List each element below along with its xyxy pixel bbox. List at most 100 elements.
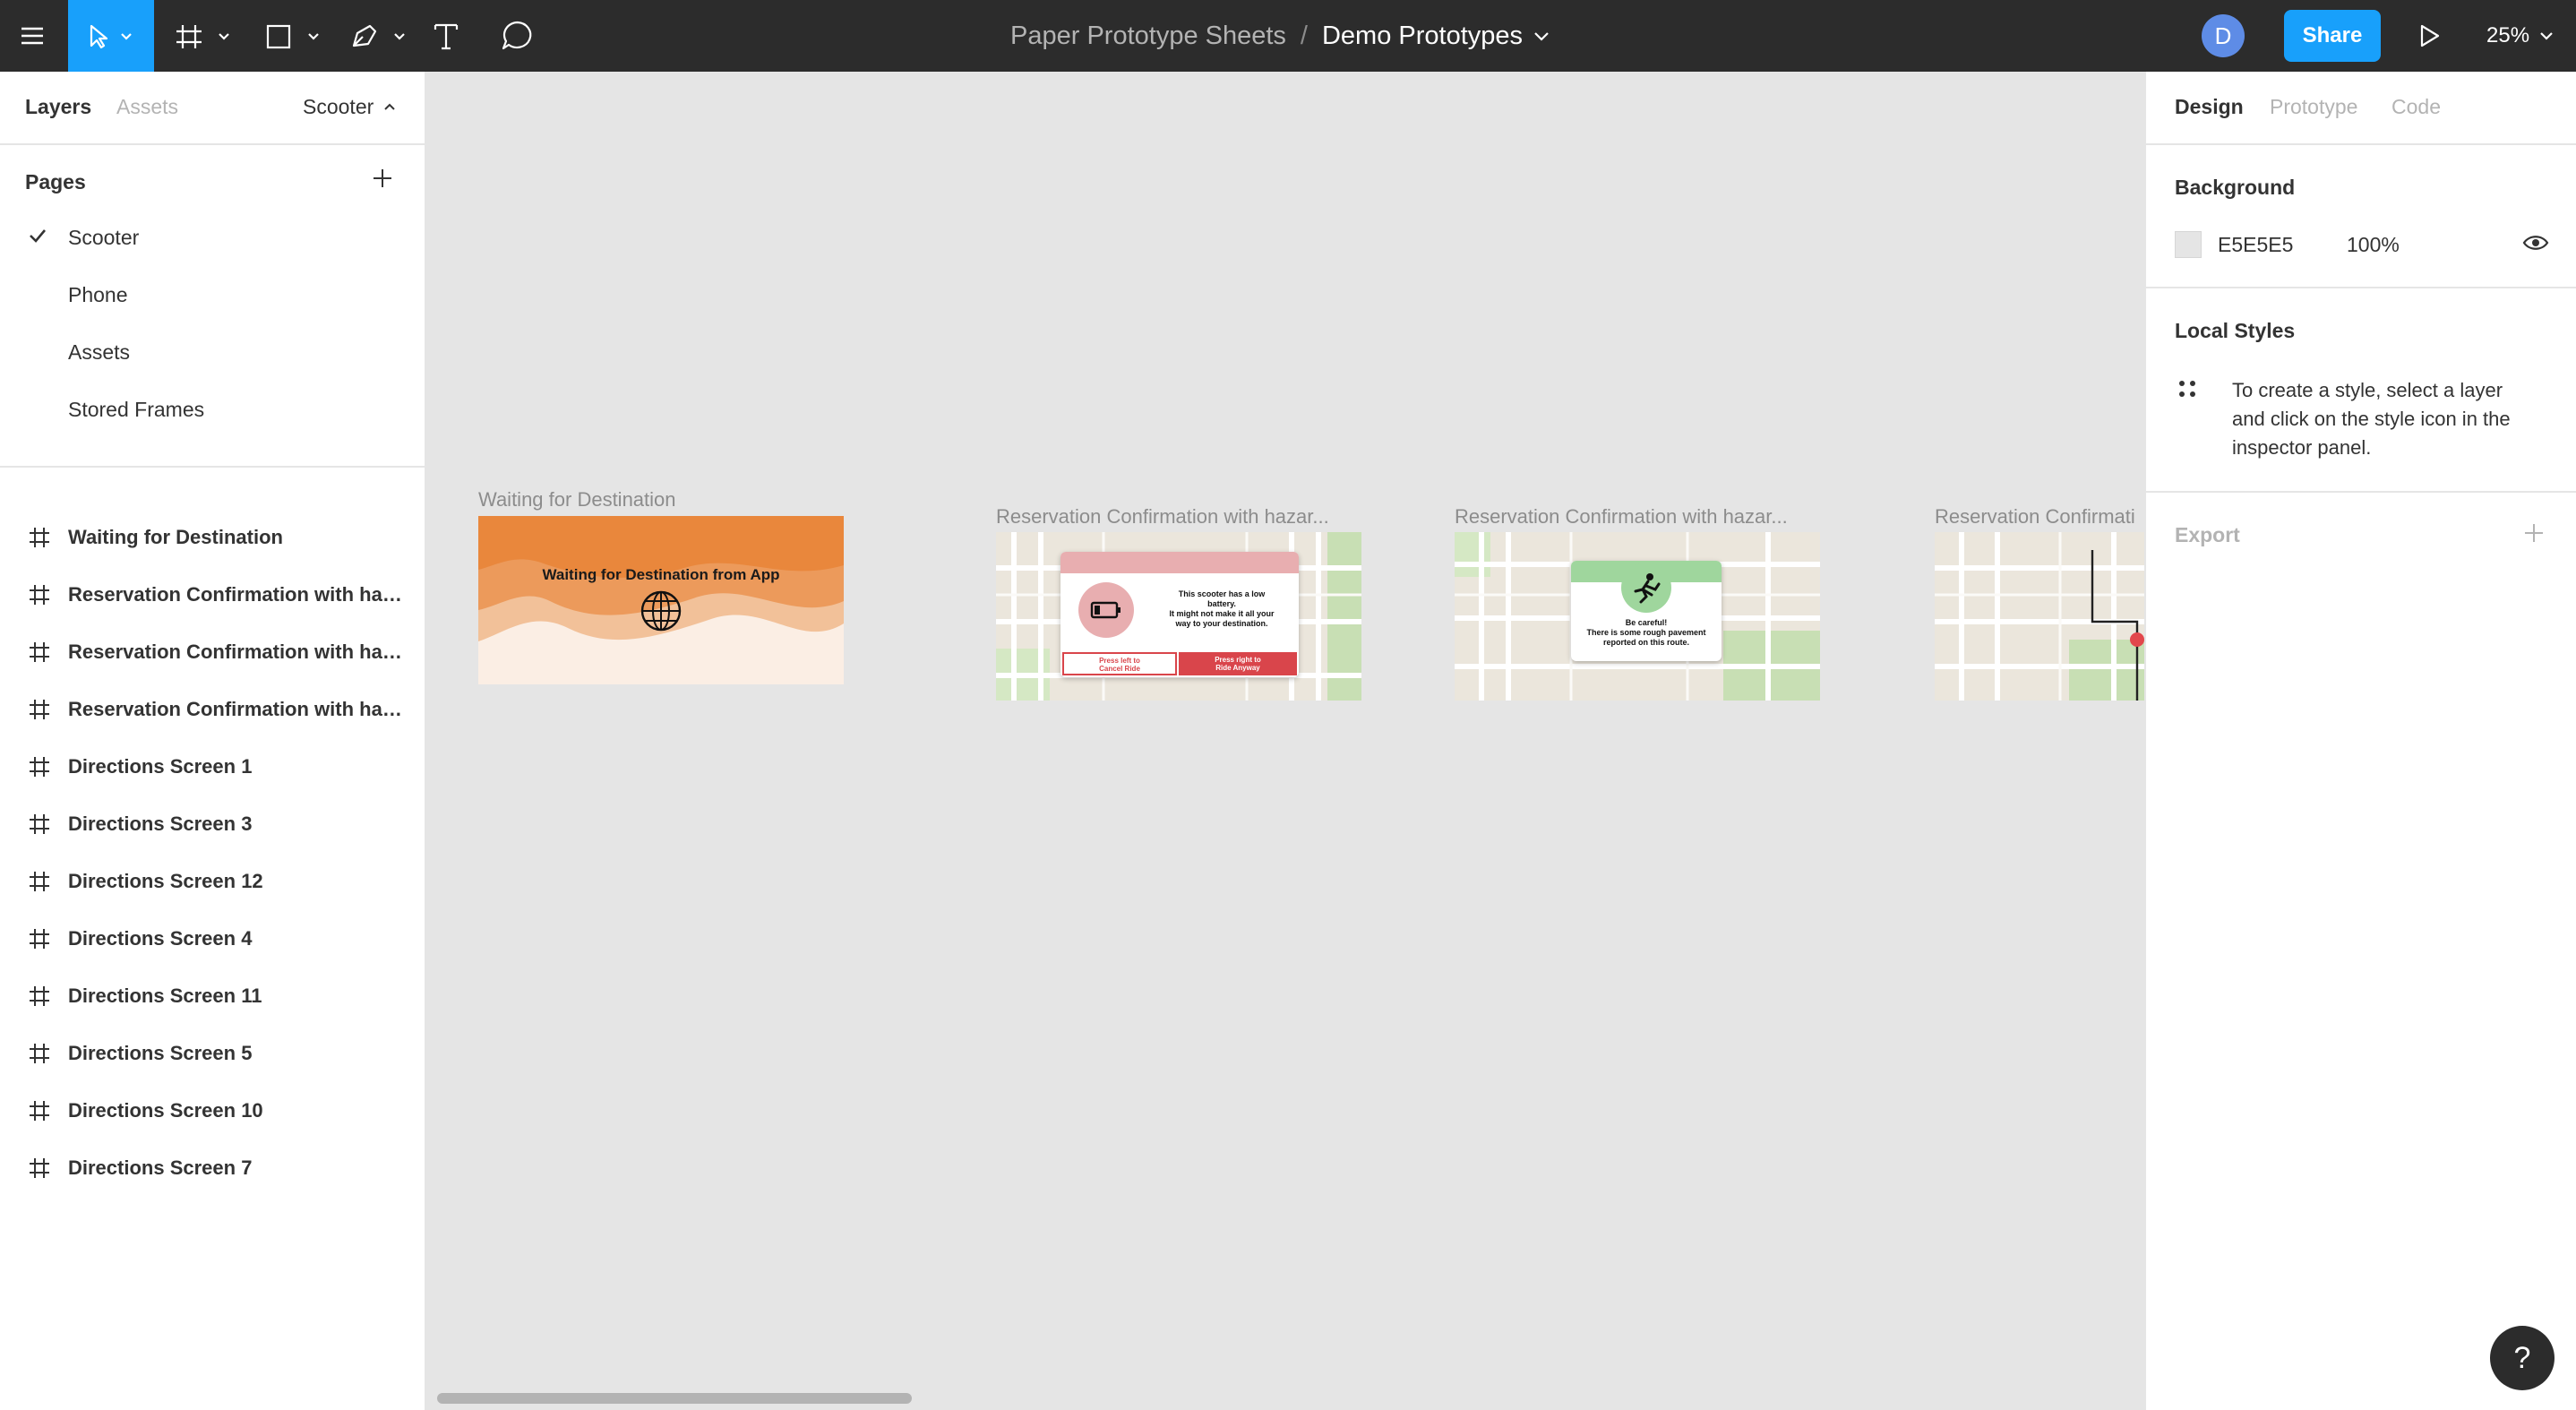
zoom-level: 25% bbox=[2486, 23, 2530, 47]
text-icon bbox=[434, 23, 459, 50]
cancel-ride-button[interactable]: Press left to Cancel Ride bbox=[1062, 652, 1177, 675]
battery-badge bbox=[1078, 582, 1134, 638]
frame-label[interactable]: Reservation Confirmation with hazar... bbox=[996, 505, 1372, 529]
frame-hash-icon bbox=[30, 814, 49, 834]
frame-reservation-confirmation-pavement[interactable]: Be careful! There is some rough pavement… bbox=[1455, 532, 1820, 701]
layer-label: Waiting for Destination bbox=[68, 526, 283, 548]
properties-panel: Design Prototype Code Background E5E5E5 … bbox=[2144, 72, 2576, 1410]
frame-hash-icon bbox=[30, 757, 49, 777]
layer-row[interactable]: Reservation Confirmation with hazard bbox=[0, 681, 425, 738]
divider bbox=[2146, 491, 2576, 493]
hint-line: inspector panel. bbox=[2232, 436, 2372, 459]
card-line: reported on this route. bbox=[1602, 638, 1689, 647]
project-name[interactable]: Paper Prototype Sheets bbox=[1010, 21, 1286, 51]
move-tool-button[interactable] bbox=[68, 0, 154, 72]
page-item-assets[interactable]: Assets bbox=[68, 340, 130, 365]
add-export-icon[interactable] bbox=[2522, 521, 2546, 545]
layer-row[interactable]: Directions Screen 1 bbox=[0, 738, 425, 795]
present-button[interactable] bbox=[2409, 0, 2449, 72]
page-item-phone[interactable]: Phone bbox=[68, 283, 128, 307]
layers-panel: Layers Assets Scooter Pages Scooter Phon… bbox=[0, 72, 426, 1410]
frame-waiting-for-destination[interactable]: Waiting for Destination from App bbox=[478, 516, 844, 684]
layer-row[interactable]: Directions Screen 10 bbox=[0, 1082, 425, 1139]
pages-heading: Pages bbox=[25, 170, 86, 193]
horizontal-scrollbar[interactable] bbox=[437, 1393, 912, 1404]
tab-code[interactable]: Code bbox=[2391, 95, 2441, 119]
layer-label: Directions Screen 5 bbox=[68, 1042, 253, 1064]
comment-tool-button[interactable] bbox=[498, 0, 537, 72]
frame-label[interactable]: Waiting for Destination bbox=[478, 488, 854, 512]
avatar[interactable]: D bbox=[2202, 14, 2245, 57]
frame-hash-icon bbox=[30, 585, 49, 605]
tab-design[interactable]: Design bbox=[2175, 95, 2244, 119]
frame-hash-icon bbox=[30, 642, 49, 662]
chevron-down-icon bbox=[2540, 32, 2553, 40]
button-line: Press left to bbox=[1099, 657, 1140, 665]
layer-label: Directions Screen 10 bbox=[68, 1099, 263, 1122]
text-tool-button[interactable] bbox=[426, 0, 466, 72]
share-button[interactable]: Share bbox=[2284, 10, 2381, 62]
comment-icon bbox=[502, 21, 532, 50]
chevron-up-icon[interactable] bbox=[382, 100, 398, 113]
hamburger-icon[interactable] bbox=[0, 0, 64, 72]
background-opacity-input[interactable]: 100% bbox=[2347, 233, 2400, 257]
play-icon bbox=[2420, 24, 2440, 47]
layer-label: Directions Screen 1 bbox=[68, 755, 253, 778]
current-page-label[interactable]: Scooter bbox=[303, 95, 374, 119]
layer-row[interactable]: Reservation Confirmation with hazard bbox=[0, 566, 425, 623]
layer-row[interactable]: Directions Screen 5 bbox=[0, 1025, 425, 1082]
frame-hash-icon bbox=[30, 1158, 49, 1178]
map-background bbox=[1935, 532, 2144, 701]
pen-icon bbox=[352, 24, 405, 47]
layer-label: Reservation Confirmation with hazard bbox=[68, 583, 408, 606]
file-name[interactable]: Demo Prototypes bbox=[1322, 21, 1523, 51]
layer-label: Reservation Confirmation with hazard bbox=[68, 698, 408, 720]
tab-assets[interactable]: Assets bbox=[116, 95, 178, 119]
shape-tool-button[interactable] bbox=[260, 0, 328, 72]
card-line: There is some rough pavement bbox=[1586, 628, 1706, 637]
help-button[interactable]: ? bbox=[2490, 1326, 2555, 1390]
frame-reservation-confirmation-battery[interactable]: This scooter has a low battery. It might… bbox=[996, 532, 1361, 701]
frame-tool-button[interactable] bbox=[170, 0, 238, 72]
layer-row[interactable]: Reservation Confirmation with hazard bbox=[0, 623, 425, 681]
file-breadcrumb: Paper Prototype Sheets / Demo Prototypes bbox=[1010, 0, 1553, 72]
page-item-scooter[interactable]: Scooter bbox=[68, 226, 139, 250]
divider bbox=[0, 466, 425, 468]
page-item-stored-frames[interactable]: Stored Frames bbox=[68, 398, 204, 422]
layer-row[interactable]: Waiting for Destination bbox=[0, 509, 425, 566]
frame-hash-icon bbox=[30, 929, 49, 949]
pen-tool-button[interactable] bbox=[346, 0, 414, 72]
layer-row[interactable]: Directions Screen 11 bbox=[0, 967, 425, 1025]
frame-hash-icon bbox=[30, 986, 49, 1006]
rectangle-icon bbox=[266, 24, 319, 49]
divider bbox=[2146, 143, 2576, 145]
frame-label[interactable]: Reservation Confirmati bbox=[1935, 505, 2144, 529]
frame-hash-icon bbox=[30, 872, 49, 891]
layer-row[interactable]: Directions Screen 4 bbox=[0, 910, 425, 967]
card-line: It might not make it all your bbox=[1169, 609, 1275, 618]
background-color-swatch[interactable] bbox=[2175, 231, 2202, 258]
zoom-control[interactable]: 25% bbox=[2486, 0, 2558, 72]
low-battery-icon bbox=[1090, 601, 1121, 619]
layer-row[interactable]: Directions Screen 7 bbox=[0, 1139, 425, 1197]
background-hex-input[interactable]: E5E5E5 bbox=[2218, 233, 2293, 257]
frame-reservation-confirmation-route[interactable] bbox=[1935, 532, 2144, 701]
layer-label: Directions Screen 4 bbox=[68, 927, 253, 950]
hazard-badge bbox=[1621, 563, 1671, 613]
tab-layers[interactable]: Layers bbox=[25, 95, 91, 119]
layer-row[interactable]: Directions Screen 12 bbox=[0, 853, 425, 910]
layer-row[interactable]: Directions Screen 3 bbox=[0, 795, 425, 853]
add-page-icon[interactable] bbox=[371, 167, 394, 190]
chevron-down-icon[interactable] bbox=[1530, 27, 1553, 45]
frame-hash-icon bbox=[30, 700, 49, 719]
hazard-card: Be careful! There is some rough pavement… bbox=[1571, 561, 1722, 661]
hint-line: To create a style, select a layer bbox=[2232, 379, 2503, 401]
layer-label: Directions Screen 7 bbox=[68, 1156, 253, 1179]
frame-label[interactable]: Reservation Confirmation with hazar... bbox=[1455, 505, 1831, 529]
frame-hash-icon bbox=[30, 1044, 49, 1063]
ride-anyway-button[interactable]: Press right to Ride Anyway bbox=[1179, 652, 1297, 675]
eye-icon[interactable] bbox=[2522, 233, 2549, 253]
frame-hash-icon bbox=[176, 25, 229, 48]
button-line: Ride Anyway bbox=[1215, 664, 1260, 672]
tab-prototype[interactable]: Prototype bbox=[2270, 95, 2357, 119]
